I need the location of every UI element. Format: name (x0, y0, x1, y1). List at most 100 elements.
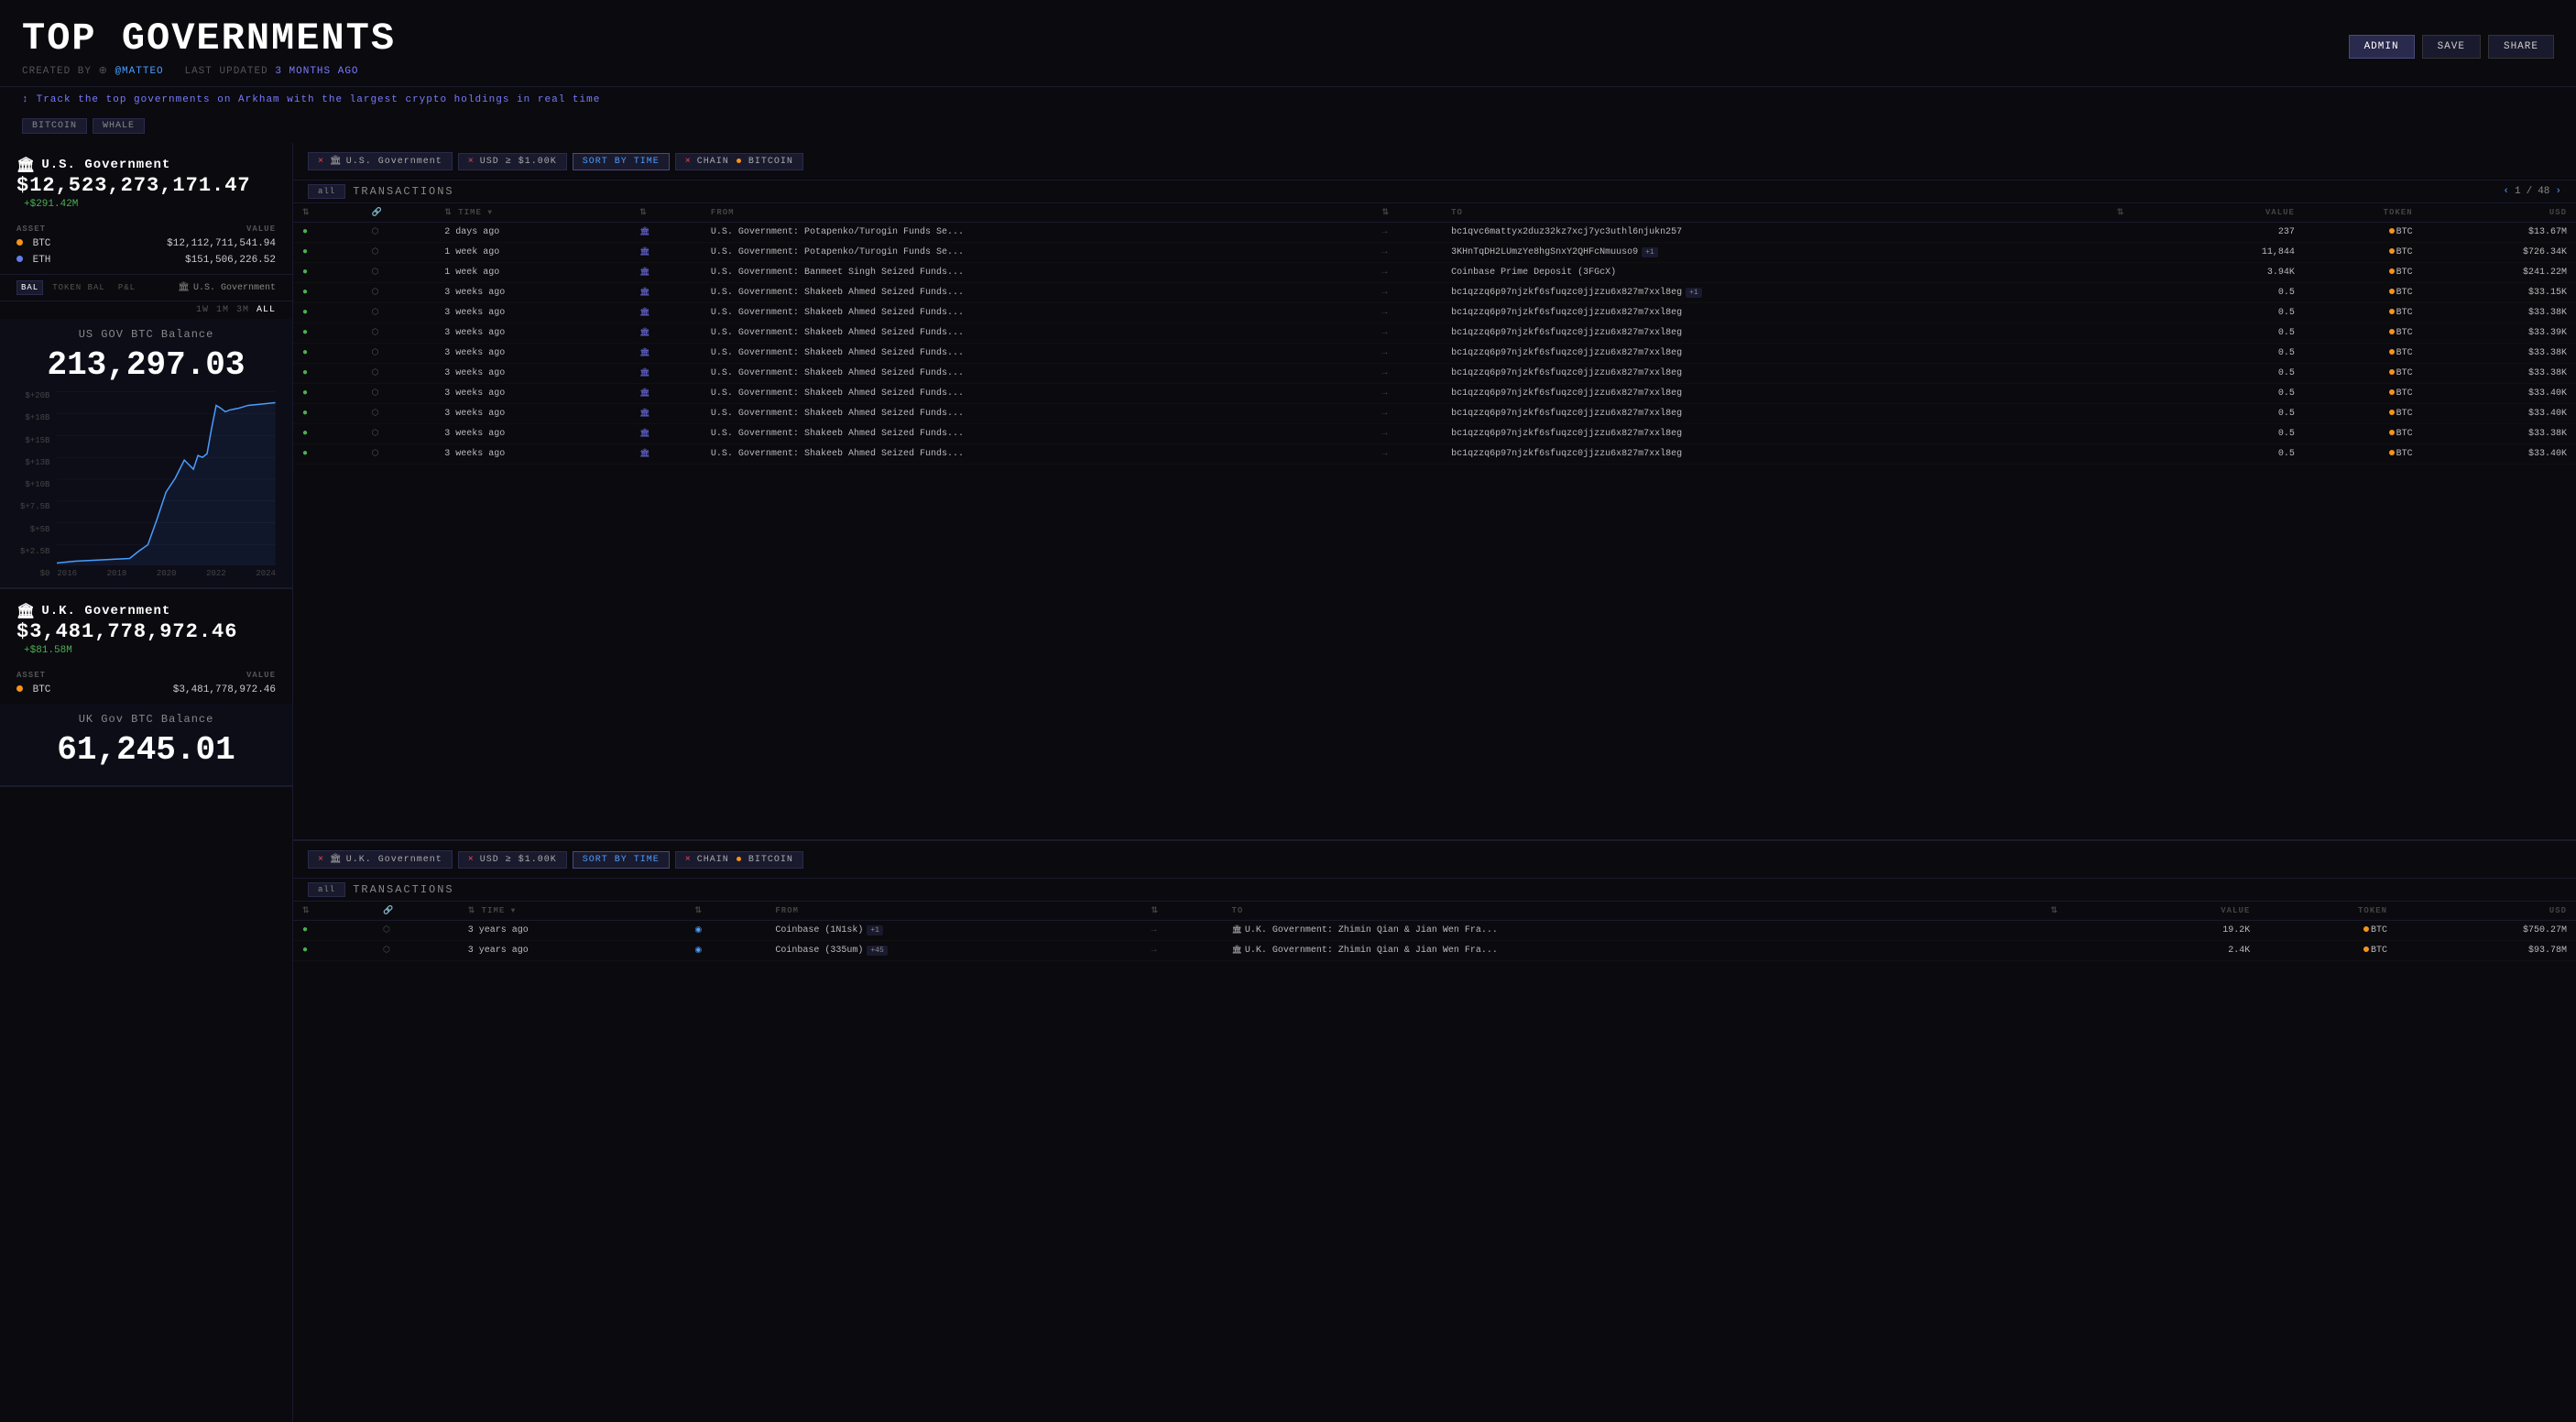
time-all[interactable]: ALL (257, 305, 276, 315)
bal-gov-icon: 🏛 (178, 282, 190, 293)
uk-value-close[interactable]: × (468, 855, 475, 865)
uk-txn-col-headers: ⇅ 🔗 ⇅ TIME ▼ ⇅ FROM ⇅ TO ⇅ VALUE TOKEN U… (293, 902, 2576, 921)
row-value: 0.5 (2177, 424, 2304, 444)
us-txn-row-2[interactable]: ● ⬡ 1 week ago 🏛 U.S. Government: Banmee… (293, 263, 2576, 283)
row-token-dot (2389, 309, 2395, 314)
row-token-dot (2389, 329, 2395, 334)
us-txn-table: ⇅ 🔗 ⇅ TIME ▼ ⇅ FROM ⇅ TO ⇅ VALUE TOKEN U… (293, 203, 2576, 465)
uk-chain-filter[interactable]: × CHAIN BITCOIN (675, 851, 803, 869)
next-page-arrow[interactable]: › (2555, 186, 2561, 197)
us-value-filter[interactable]: × USD ≥ $1.00K (458, 153, 567, 170)
uk-row-arrow: → (1141, 941, 1222, 961)
uk-chain-close[interactable]: × (685, 855, 692, 865)
uk-col-to-sep: ⇅ (1141, 902, 1222, 921)
us-btc-asset: BTC (0, 235, 94, 252)
us-value-close[interactable]: × (468, 157, 475, 167)
us-txn-row-10[interactable]: ● ⬡ 3 weeks ago 🏛 U.S. Government: Shake… (293, 424, 2576, 444)
uk-row-value: 2.4K (2122, 941, 2259, 961)
us-gov-icon: 🏛 (16, 156, 36, 174)
us-txn-row-6[interactable]: ● ⬡ 3 weeks ago 🏛 U.S. Government: Shake… (293, 344, 2576, 364)
uk-row-to: 🏛U.K. Government: Zhimin Qian & Jian Wen… (1222, 941, 2041, 961)
row-link: ⬡ (363, 404, 436, 424)
time-1m[interactable]: 1M (216, 305, 229, 315)
us-txn-row-0[interactable]: ● ⬡ 2 days ago 🏛 U.S. Government: Potape… (293, 223, 2576, 243)
us-txn-row-1[interactable]: ● ⬡ 1 week ago 🏛 U.S. Government: Potape… (293, 243, 2576, 263)
uk-row-usd: $750.27M (2396, 921, 2576, 941)
share-button[interactable]: SHARE (2488, 35, 2554, 59)
us-chain-filter[interactable]: × CHAIN BITCOIN (675, 153, 803, 170)
uk-gov-name-text: U.K. Government (41, 604, 170, 618)
row-dot: ● (293, 303, 363, 323)
row-arrow: → (1372, 303, 1442, 323)
us-txn-row-3[interactable]: ● ⬡ 3 weeks ago 🏛 U.S. Government: Shake… (293, 283, 2576, 303)
time-range-tabs: 1W 1M 3M ALL (0, 301, 292, 319)
us-entity-label: U.S. Government (346, 157, 442, 167)
row-time: 3 weeks ago (435, 444, 630, 465)
row-link: ⬡ (363, 223, 436, 243)
uk-transactions-section: × 🏛 U.K. Government × USD ≥ $1.00K SORT … (293, 841, 2576, 1422)
row-from-icon: 🏛 (630, 444, 702, 465)
us-txn-row-7[interactable]: ● ⬡ 3 weeks ago 🏛 U.S. Government: Shake… (293, 364, 2576, 384)
us-all-tab[interactable]: all (308, 184, 345, 199)
us-chart-value: 213,297.03 (16, 346, 276, 384)
us-txn-row-4[interactable]: ● ⬡ 3 weeks ago 🏛 U.S. Government: Shake… (293, 303, 2576, 323)
row-token-dot (2389, 450, 2395, 455)
us-txn-body: ● ⬡ 2 days ago 🏛 U.S. Government: Potape… (293, 223, 2576, 465)
uk-all-tab[interactable]: all (308, 882, 345, 897)
prev-page-arrow[interactable]: ‹ (2503, 186, 2509, 197)
uk-txn-row-0[interactable]: ● ⬡ 3 years ago ◉ Coinbase (1N1sk)+1 → 🏛… (293, 921, 2576, 941)
us-pagination: ‹ 1 / 48 › (2503, 186, 2561, 197)
us-txn-row-11[interactable]: ● ⬡ 3 weeks ago 🏛 U.S. Government: Shake… (293, 444, 2576, 465)
us-txn-table-wrap: ⇅ 🔗 ⇅ TIME ▼ ⇅ FROM ⇅ TO ⇅ VALUE TOKEN U… (293, 203, 2576, 839)
uk-entity-filter[interactable]: × 🏛 U.K. Government (308, 850, 453, 869)
uk-sort-filter[interactable]: SORT BY TIME (573, 851, 670, 869)
row-from-icon: 🏛 (630, 323, 702, 344)
uk-entity-close[interactable]: × (318, 855, 324, 865)
us-transactions-section: × 🏛 U.S. Government × USD ≥ $1.00K SORT … (293, 143, 2576, 841)
us-value-label: USD ≥ $1.00K (480, 157, 557, 167)
row-from-icon: 🏛 (630, 283, 702, 303)
col-from: FROM (702, 203, 1373, 223)
us-sort-label: SORT BY TIME (583, 157, 660, 167)
us-chain-close[interactable]: × (685, 157, 692, 167)
pnl-tab[interactable]: P&L (115, 281, 139, 294)
col-token: TOKEN (2304, 203, 2422, 223)
author-name: @MATTEO (115, 66, 163, 77)
us-entity-filter[interactable]: × 🏛 U.S. Government (308, 152, 453, 170)
tag-whale[interactable]: WHALE (93, 118, 145, 134)
row-usd: $33.40K (2422, 404, 2576, 424)
us-sort-filter[interactable]: SORT BY TIME (573, 153, 670, 170)
time-1w[interactable]: 1W (196, 305, 209, 315)
bal-tab[interactable]: BAL (16, 280, 43, 295)
uk-txn-row-1[interactable]: ● ⬡ 3 years ago ◉ Coinbase (335um)+45 → … (293, 941, 2576, 961)
row-token-dot (2389, 248, 2395, 254)
row-arrow: → (1372, 384, 1442, 404)
token-bal-tab[interactable]: TOKEN BAL (49, 281, 109, 294)
us-txn-row-5[interactable]: ● ⬡ 3 weeks ago 🏛 U.S. Government: Shake… (293, 323, 2576, 344)
tag-bitcoin[interactable]: BITCOIN (22, 118, 87, 134)
us-chart-title: US GOV BTC Balance (16, 328, 276, 341)
uk-gov-card: 🏛 U.K. Government $3,481,778,972.46 +$81… (0, 589, 292, 787)
row-token-dot (2389, 369, 2395, 375)
row-value: 0.5 (2177, 444, 2304, 465)
uk-btc-asset: BTC (0, 682, 97, 698)
row-link: ⬡ (363, 243, 436, 263)
row-token-dot (2389, 228, 2395, 234)
time-3m[interactable]: 3M (236, 305, 249, 315)
uk-value-filter[interactable]: × USD ≥ $1.00K (458, 851, 567, 869)
admin-button[interactable]: ADMIN (2349, 35, 2415, 59)
uk-chain-label: CHAIN (697, 855, 729, 865)
us-txn-row-9[interactable]: ● ⬡ 3 weeks ago 🏛 U.S. Government: Shake… (293, 404, 2576, 424)
row-value: 0.5 (2177, 344, 2304, 364)
uk-btc-row: BTC $3,481,778,972.46 (0, 682, 292, 698)
row-link: ⬡ (363, 424, 436, 444)
us-txn-row-8[interactable]: ● ⬡ 3 weeks ago 🏛 U.S. Government: Shake… (293, 384, 2576, 404)
row-usd: $33.38K (2422, 424, 2576, 444)
us-chain-label: CHAIN (697, 157, 729, 167)
save-button[interactable]: SAVE (2422, 35, 2481, 59)
row-token: BTC (2304, 323, 2422, 344)
last-updated-label: LAST UPDATED (184, 66, 267, 77)
row-arrow: → (1372, 424, 1442, 444)
us-chart-svg (57, 391, 276, 565)
us-entity-close[interactable]: × (318, 157, 324, 167)
